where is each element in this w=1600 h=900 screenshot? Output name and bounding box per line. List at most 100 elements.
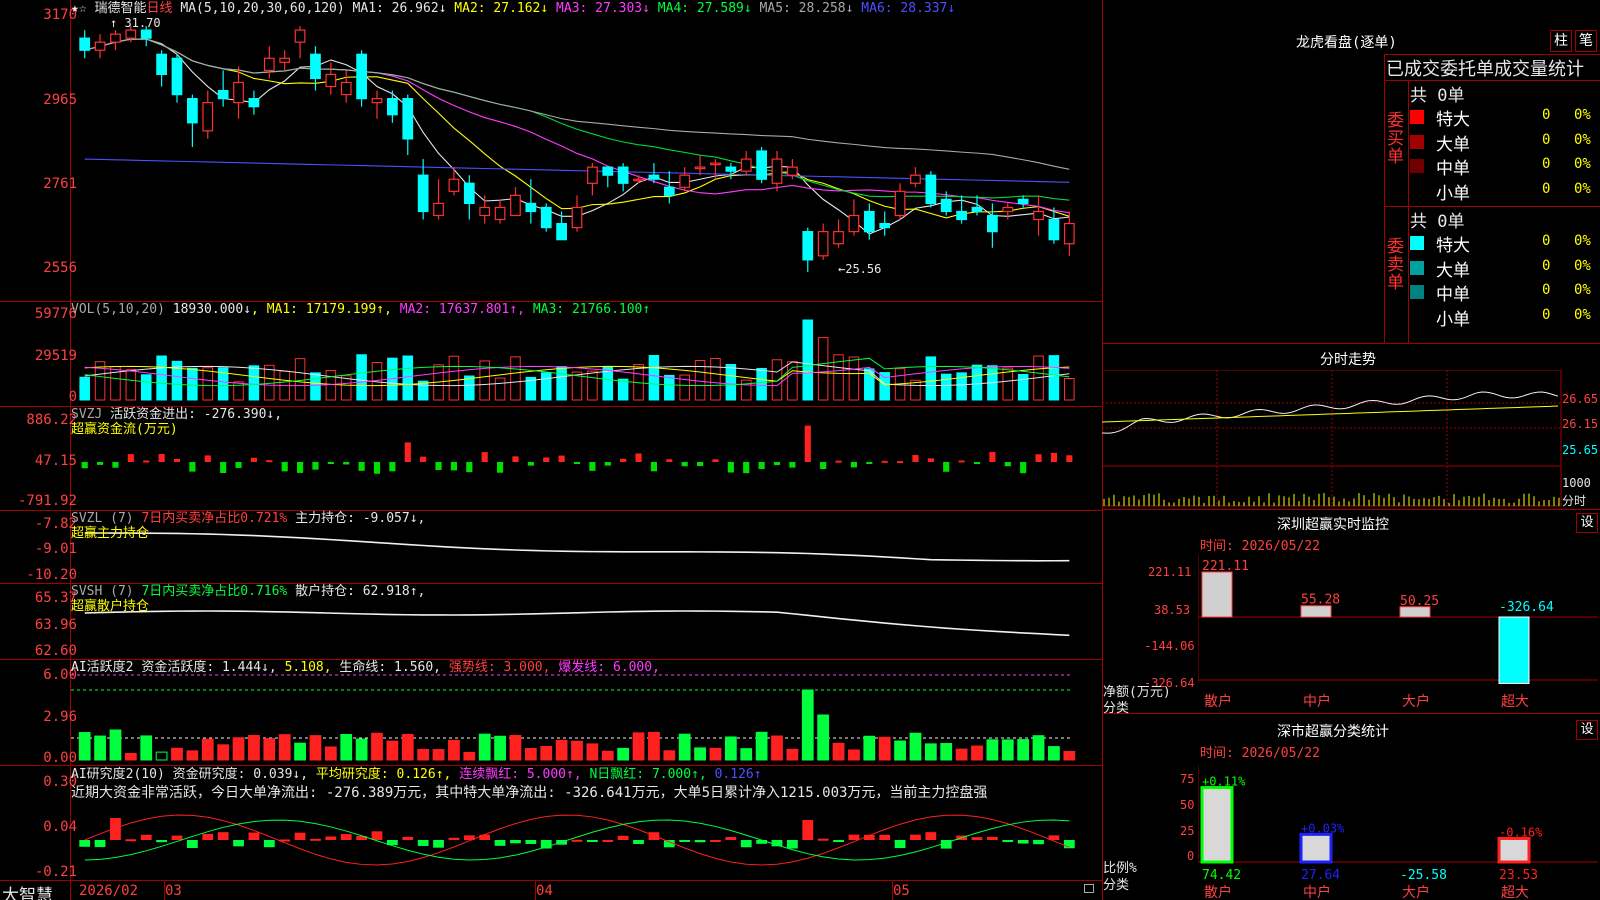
settings-button[interactable]: 设 <box>1576 720 1598 740</box>
intraday-tick: 26.65 <box>1562 392 1599 406</box>
candle-body <box>971 206 983 213</box>
volume-bar <box>817 337 829 401</box>
ai2-title: AI研究度2(10) <box>71 767 165 782</box>
flow-bar <box>158 454 165 462</box>
flow-bar <box>435 462 442 470</box>
tab-tick[interactable]: 笔 <box>1575 30 1597 52</box>
research-bar <box>125 839 137 842</box>
candle-body <box>863 210 875 233</box>
candle-body <box>571 206 583 229</box>
activity-bar <box>909 732 922 761</box>
flow-bar <box>958 460 965 463</box>
order-label: 特大 <box>1436 110 1470 130</box>
candle-body <box>602 166 614 176</box>
flow-bar <box>773 462 781 466</box>
flow-bar <box>127 454 134 462</box>
change-value: +0.03% <box>1301 821 1345 835</box>
research-bar <box>494 840 506 846</box>
flow-bar <box>620 458 627 462</box>
flow-bar <box>789 462 796 468</box>
volume-bar <box>556 366 567 401</box>
flow-bar <box>527 462 534 466</box>
order-row: 大单 0 0% <box>1410 256 1600 281</box>
flow-bar <box>97 462 104 465</box>
activity-bar <box>755 731 768 761</box>
buy-label: 委买单 <box>1387 111 1404 167</box>
flow-bar <box>727 462 734 473</box>
activity-bar <box>786 748 799 761</box>
low-value: 25.56 <box>845 262 882 276</box>
volume-bar <box>725 363 737 401</box>
net-value: 50.25 <box>1400 594 1439 609</box>
activity-bar <box>417 748 430 761</box>
category-label: 超大 <box>1501 694 1529 710</box>
order-row: 特大 0 0% <box>1410 231 1600 256</box>
activity-bar <box>832 742 845 761</box>
volume-bar <box>710 357 721 401</box>
order-percent: 0% <box>1574 180 1591 197</box>
volume-bar <box>664 374 675 401</box>
research-bar <box>433 840 444 848</box>
activity-bar <box>448 739 460 761</box>
brand-logo[interactable]: 大智慧 <box>2 881 53 900</box>
lock-icon[interactable] <box>1084 884 1094 893</box>
intraday-tick: 25.65 <box>1562 443 1599 457</box>
chart-area[interactable] <box>71 0 1102 880</box>
divider <box>1102 509 1600 510</box>
activity-bar <box>940 743 953 761</box>
divider <box>1408 80 1409 344</box>
order-percent: 0% <box>1574 233 1591 249</box>
volume-bar <box>310 372 321 401</box>
tab-bar[interactable]: 柱 <box>1550 30 1572 52</box>
flow-bar <box>481 452 488 462</box>
order-percent: 0% <box>1574 257 1591 274</box>
flow-bar <box>220 462 227 474</box>
activity-bar <box>324 746 337 761</box>
ratio-bar <box>1497 836 1531 864</box>
change-value: +0.11% <box>1202 775 1246 789</box>
flow-bar <box>804 425 811 462</box>
candle-body <box>740 158 752 172</box>
candle-body <box>894 190 906 217</box>
activity-bar <box>171 747 183 761</box>
candle-body <box>494 206 506 221</box>
volume-bar <box>1017 373 1029 401</box>
flow-bar <box>266 460 273 463</box>
activity-bar <box>601 750 614 761</box>
activity-bar <box>248 734 260 761</box>
settings-button[interactable]: 设 <box>1576 513 1598 533</box>
vol-ma2: MA2: 17637.801↑ <box>399 302 518 317</box>
candle-body <box>756 150 767 180</box>
activity-bar <box>524 748 537 761</box>
candle-body <box>802 231 814 261</box>
research-bar <box>894 840 906 849</box>
volume-bar <box>1048 355 1060 401</box>
candle-body <box>233 81 244 104</box>
candle-body <box>1017 198 1029 205</box>
monitor-tick: 221.11 <box>1148 565 1192 579</box>
activity-bar <box>309 735 322 761</box>
candle-body <box>156 53 167 76</box>
research-bar <box>371 831 383 840</box>
flow-bar <box>1035 454 1042 462</box>
candle-body <box>679 174 691 188</box>
volume-bar <box>79 376 90 401</box>
activity-bar <box>863 735 876 761</box>
flow-bar <box>112 462 119 468</box>
research-bar <box>833 840 844 842</box>
flow-bar <box>835 460 842 463</box>
flow-bar <box>558 455 565 462</box>
order-label: 小单 <box>1436 309 1470 330</box>
svzj-sub: 超赢资金流(万元) <box>71 422 178 437</box>
order-count: 0 <box>1542 107 1551 123</box>
order-count: 0 <box>1542 131 1551 148</box>
class-tick: 25 <box>1180 824 1195 838</box>
volume-bar <box>187 367 198 401</box>
candle-body <box>94 41 106 51</box>
volume-bar <box>156 355 167 401</box>
candle-body <box>587 166 598 184</box>
monitor-tick: 38.53 <box>1154 603 1191 617</box>
candle-body <box>79 37 91 51</box>
class-tick: 0 <box>1187 849 1195 863</box>
intraday-chart[interactable] <box>1102 370 1600 508</box>
